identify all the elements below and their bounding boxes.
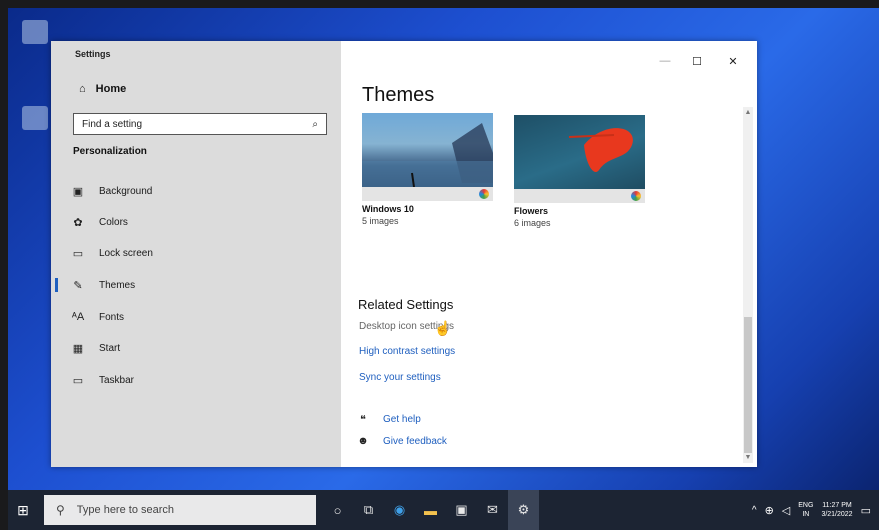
- scroll-down-icon[interactable]: ▼: [743, 454, 753, 461]
- network-icon[interactable]: ⊕: [765, 504, 774, 517]
- hand-cursor-icon: ☝: [434, 320, 452, 336]
- theme-strip: [362, 187, 493, 201]
- theme-count: 5 images: [362, 216, 399, 226]
- high-contrast-settings-link[interactable]: High contrast settings: [359, 346, 455, 357]
- mail-icon[interactable]: ✉: [477, 502, 508, 518]
- get-help-icon: ❝: [360, 414, 366, 426]
- give-feedback-label: Give feedback: [383, 435, 447, 447]
- theme-card-windows[interactable]: Windows 10 5 images: [362, 113, 493, 226]
- desktop: Settings ⌂ Home Find a setting ⌕ Persona…: [8, 8, 879, 490]
- chevron-up-icon[interactable]: ^: [752, 505, 757, 516]
- sidebar-item-themes[interactable]: ✎ Themes: [71, 277, 135, 293]
- edge-icon[interactable]: ◉: [384, 502, 415, 518]
- task-view-icon[interactable]: ⧉: [353, 502, 384, 518]
- sidebar-item-label: Start: [99, 342, 121, 354]
- themes-icon: ✎: [73, 279, 83, 292]
- sidebar-item-start[interactable]: ▦ Start: [71, 340, 120, 356]
- taskbar: ⊞ ⚲ Type here to search ○ ⧉ ◉ ▬ ▣ ✉ ⚙ ^ …: [8, 490, 879, 530]
- theme-strip: [514, 189, 645, 203]
- sidebar-item-label: Lock screen: [99, 247, 153, 259]
- start-icon: ▦: [72, 342, 84, 355]
- sidebar-item-background[interactable]: ▣ Background: [71, 183, 153, 199]
- scroll-thumb[interactable]: [744, 317, 752, 453]
- taskbar-icon: ▭: [72, 374, 84, 387]
- theme-card-flowers[interactable]: Flowers 6 images: [514, 115, 645, 228]
- get-help-label: Get help: [383, 414, 421, 425]
- window-title: Settings: [75, 49, 111, 59]
- theme-thumbnail: [514, 115, 645, 203]
- clock-time: 11:27 PM: [822, 502, 852, 509]
- related-settings-heading: Related Settings: [358, 297, 454, 312]
- maximize-button[interactable]: ☐: [687, 55, 707, 68]
- sync-settings-link[interactable]: Sync your settings: [359, 372, 441, 383]
- sidebar-item-label: Fonts: [99, 311, 125, 323]
- settings-sidebar: Settings ⌂ Home Find a setting ⌕ Persona…: [51, 41, 341, 467]
- language-indicator[interactable]: ENG IN: [798, 501, 813, 519]
- theme-count: 6 images: [514, 218, 551, 228]
- recycle-bin-icon[interactable]: [22, 20, 48, 44]
- system-tray: ^ ⊕ ◁ ENG IN 11:27 PM 3/21/2022 ▭: [752, 490, 871, 530]
- sidebar-item-taskbar[interactable]: ▭ Taskbar: [71, 372, 134, 388]
- settings-content: — ☐ ✕ Themes Windows 10 5 images Flowers…: [341, 41, 757, 467]
- find-setting-input[interactable]: Find a setting ⌕: [73, 113, 327, 135]
- file-explorer-icon[interactable]: ▬: [415, 503, 446, 518]
- theme-thumbnail: [362, 113, 493, 201]
- sidebar-item-label: Taskbar: [99, 374, 135, 386]
- search-icon[interactable]: ⌕: [312, 119, 318, 130]
- get-help-link[interactable]: ❝ Get help: [357, 413, 421, 426]
- language-code: ENG: [798, 502, 814, 509]
- active-indicator: [55, 278, 58, 292]
- colors-icon: ✿: [73, 216, 83, 229]
- search-icon: ⚲: [56, 503, 65, 517]
- store-icon[interactable]: ▣: [446, 502, 477, 518]
- sidebar-item-label: Background: [99, 185, 153, 197]
- scrollbar[interactable]: ▲ ▼: [743, 107, 753, 463]
- settings-taskbar-icon[interactable]: ⚙: [508, 490, 539, 530]
- clock-date: 3/21/2022: [821, 511, 853, 518]
- fonts-icon: ᴬA: [71, 311, 85, 323]
- settings-window: Settings ⌂ Home Find a setting ⌕ Persona…: [51, 41, 757, 467]
- close-button[interactable]: ✕: [723, 55, 743, 68]
- sidebar-item-fonts[interactable]: ᴬA Fonts: [71, 309, 124, 325]
- taskbar-search[interactable]: ⚲ Type here to search: [44, 495, 316, 525]
- cortana-icon[interactable]: ○: [322, 503, 353, 518]
- minimize-button[interactable]: —: [655, 55, 675, 67]
- taskbar-search-placeholder: Type here to search: [76, 504, 175, 516]
- home-icon: ⌂: [79, 83, 86, 95]
- volume-icon[interactable]: ◁: [782, 504, 790, 517]
- home-label: Home: [95, 83, 127, 95]
- sidebar-item-label: Themes: [99, 279, 136, 291]
- give-feedback-link[interactable]: ☻ Give feedback: [357, 435, 447, 447]
- language-region: IN: [802, 511, 810, 518]
- theme-name: Flowers: [514, 206, 549, 216]
- sidebar-item-lock-screen[interactable]: ▭ Lock screen: [71, 245, 153, 261]
- theme-color-icon: [479, 189, 489, 199]
- lock-screen-icon: ▭: [72, 247, 84, 260]
- theme-name: Windows 10: [362, 204, 414, 214]
- sidebar-item-colors[interactable]: ✿ Colors: [71, 214, 128, 230]
- give-feedback-icon: ☻: [357, 435, 369, 447]
- background-icon: ▣: [72, 185, 84, 198]
- start-button[interactable]: ⊞: [8, 502, 38, 519]
- page-title: Themes: [362, 84, 435, 106]
- notifications-icon[interactable]: ▭: [861, 504, 871, 517]
- edge-desktop-icon[interactable]: [22, 106, 48, 130]
- search-placeholder: Find a setting: [82, 118, 143, 130]
- clock[interactable]: 11:27 PM 3/21/2022: [821, 501, 852, 519]
- scroll-up-icon[interactable]: ▲: [743, 109, 753, 116]
- theme-color-icon: [631, 191, 641, 201]
- section-heading: Personalization: [73, 146, 147, 157]
- sidebar-item-label: Colors: [99, 216, 128, 228]
- home-link[interactable]: ⌂ Home: [79, 83, 126, 95]
